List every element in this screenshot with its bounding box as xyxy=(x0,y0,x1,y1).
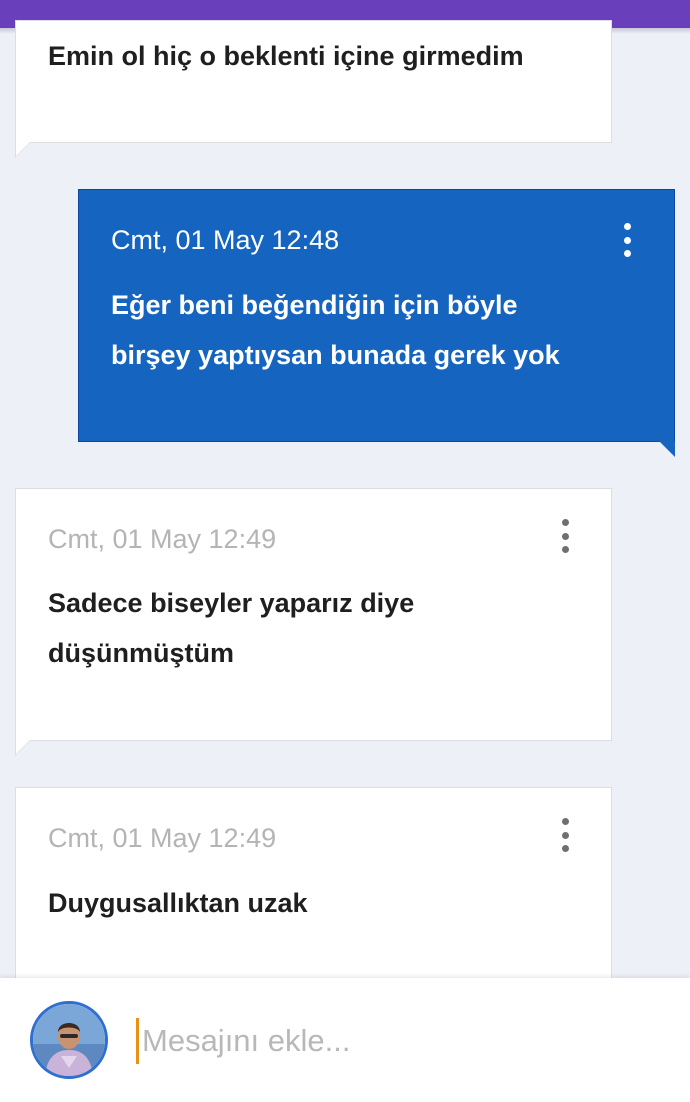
bubble-tail xyxy=(15,141,31,158)
message-timestamp: Cmt, 01 May 12:48 xyxy=(111,225,340,255)
bubble-tail xyxy=(659,441,675,457)
message-input[interactable] xyxy=(136,1018,662,1064)
user-avatar-icon[interactable] xyxy=(30,1001,108,1079)
message-text-line: Emin ol hiç o beklenti içine girmedim xyxy=(48,41,524,71)
message-text-line: Duygusallıktan uzak xyxy=(48,888,308,918)
message-timestamp: Cmt, 01 May 12:49 xyxy=(48,823,277,853)
bubble-tail xyxy=(15,739,31,756)
message-timestamp: Cmt, 01 May 12:49 xyxy=(48,524,277,554)
more-vert-icon[interactable] xyxy=(617,223,637,257)
message-text-line: Eğer beni beğendiğin için böyle xyxy=(111,290,518,320)
message-bubble-incoming: Cmt, 01 May 12:49 Duygusallıktan uzak xyxy=(15,787,612,1007)
message-bubble-outgoing: Cmt, 01 May 12:48 Eğer beni beğendiğin i… xyxy=(78,189,675,442)
more-vert-icon[interactable] xyxy=(555,818,575,852)
message-text-line: birşey yaptıysan bunada gerek yok xyxy=(111,340,560,370)
message-text-line: Sadece biseyler yaparız diye xyxy=(48,588,415,618)
more-vert-icon[interactable] xyxy=(555,519,575,553)
message-composer xyxy=(0,978,690,1102)
message-text-line: düşünmüştüm xyxy=(48,638,234,668)
message-bubble-incoming: Emin ol hiç o beklenti içine girmedim xyxy=(15,20,612,143)
message-bubble-incoming: Cmt, 01 May 12:49 Sadece biseyler yaparı… xyxy=(15,488,612,741)
